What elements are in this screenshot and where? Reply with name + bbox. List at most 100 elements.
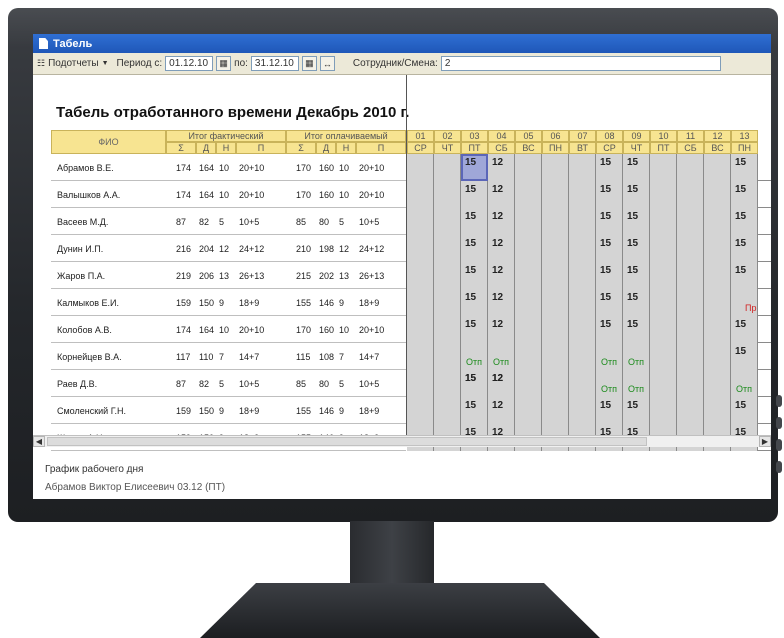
day-cell[interactable]: 15 — [596, 235, 623, 262]
day-cell[interactable] — [407, 235, 434, 262]
day-cell[interactable] — [704, 208, 731, 235]
day-cell[interactable] — [569, 343, 596, 370]
day-cell[interactable]: Отп — [731, 370, 758, 397]
day-cell[interactable]: 15 — [731, 181, 758, 208]
day-cell[interactable]: 12 — [488, 235, 515, 262]
day-cell[interactable] — [704, 343, 731, 370]
day-cell[interactable] — [677, 181, 704, 208]
day-cell[interactable]: 15 — [623, 397, 650, 424]
day-cell[interactable]: Отп — [461, 343, 488, 370]
day-cell[interactable] — [434, 208, 461, 235]
day-cell[interactable] — [542, 343, 569, 370]
table-row[interactable]: Абрамов В.Е. 174 164 10 20+10 170 160 10 20+10 — [51, 154, 406, 181]
day-cell[interactable] — [650, 208, 677, 235]
day-cell[interactable] — [407, 208, 434, 235]
day-cell[interactable] — [407, 181, 434, 208]
day-cell[interactable]: 15 — [461, 235, 488, 262]
day-cell[interactable]: 15 — [596, 397, 623, 424]
day-cell[interactable] — [542, 181, 569, 208]
day-cell[interactable]: 15 — [731, 262, 758, 289]
day-cell[interactable] — [650, 289, 677, 316]
day-cell[interactable] — [569, 154, 596, 181]
day-cell[interactable]: 15 — [623, 262, 650, 289]
day-cell[interactable]: 15 — [461, 208, 488, 235]
day-cell[interactable]: 15 — [623, 154, 650, 181]
day-cell[interactable] — [569, 262, 596, 289]
day-cell[interactable] — [434, 343, 461, 370]
day-cell[interactable]: 12 — [488, 289, 515, 316]
day-cell[interactable] — [569, 181, 596, 208]
day-cell[interactable]: 15 — [596, 208, 623, 235]
day-cell[interactable]: Отп — [623, 370, 650, 397]
day-cell[interactable]: 12 12 — [488, 370, 515, 397]
table-row[interactable]: Жаров П.А. 219 206 13 26+13 215 202 13 26+13 — [51, 262, 406, 289]
scroll-thumb[interactable] — [47, 437, 647, 446]
day-cell[interactable] — [407, 343, 434, 370]
day-cell[interactable] — [515, 397, 542, 424]
day-cell[interactable] — [569, 316, 596, 343]
day-cell[interactable] — [677, 262, 704, 289]
day-cell[interactable] — [407, 370, 434, 397]
day-cell[interactable] — [569, 289, 596, 316]
day-cell[interactable]: 12 — [488, 154, 515, 181]
day-cell[interactable] — [515, 289, 542, 316]
table-row[interactable]: Колобов А.В. 174 164 10 20+10 170 160 10 20+10 — [51, 316, 406, 343]
day-cell[interactable] — [650, 235, 677, 262]
day-cell[interactable] — [407, 289, 434, 316]
day-cell[interactable]: Отп — [623, 343, 650, 370]
table-row[interactable]: Раев Д.В. 87 82 5 10+5 85 80 5 10+5 — [51, 370, 406, 397]
day-cell[interactable] — [515, 370, 542, 397]
day-cell[interactable] — [515, 316, 542, 343]
day-cell[interactable] — [542, 397, 569, 424]
day-cell[interactable]: Отп — [488, 343, 515, 370]
day-cell[interactable] — [704, 289, 731, 316]
day-cell[interactable]: 15 — [731, 235, 758, 262]
day-cell[interactable]: Пр — [731, 289, 758, 316]
day-cell[interactable] — [569, 370, 596, 397]
day-cell[interactable]: 15 — [596, 154, 623, 181]
day-cell[interactable]: 15 — [596, 289, 623, 316]
period-to-input[interactable]: 31.12.10 — [250, 56, 299, 71]
day-cell[interactable] — [542, 289, 569, 316]
day-cell[interactable]: 15 — [731, 397, 758, 424]
day-cell[interactable]: 15 — [461, 316, 488, 343]
day-cell[interactable] — [542, 154, 569, 181]
day-cell[interactable] — [542, 208, 569, 235]
day-cell[interactable] — [677, 370, 704, 397]
day-cell[interactable] — [650, 397, 677, 424]
day-cell[interactable]: 15 — [623, 235, 650, 262]
day-cell[interactable] — [677, 316, 704, 343]
day-cell[interactable] — [434, 262, 461, 289]
day-cell[interactable] — [569, 397, 596, 424]
table-row[interactable]: Валышков А.А. 174 164 10 20+10 170 160 10 20+10 — [51, 181, 406, 208]
day-cell[interactable] — [677, 343, 704, 370]
period-from-input[interactable]: 01.12.10 — [165, 56, 214, 71]
day-cell[interactable] — [515, 208, 542, 235]
employee-input[interactable]: 2 — [440, 56, 721, 71]
day-cell[interactable]: 15 15 — [461, 370, 488, 397]
day-cell[interactable]: 15 — [461, 397, 488, 424]
day-cell[interactable] — [704, 370, 731, 397]
day-cell[interactable] — [650, 370, 677, 397]
calendar-icon[interactable]: ▦ — [216, 56, 232, 71]
day-cell[interactable] — [434, 154, 461, 181]
day-cell[interactable]: 15 — [461, 181, 488, 208]
day-cell[interactable] — [677, 289, 704, 316]
day-cell[interactable] — [515, 235, 542, 262]
day-cell[interactable] — [677, 235, 704, 262]
day-cell[interactable] — [542, 262, 569, 289]
day-cell[interactable]: 15 — [623, 316, 650, 343]
day-cell[interactable] — [650, 181, 677, 208]
day-cell[interactable]: 15 — [596, 181, 623, 208]
day-cell[interactable]: 15 — [461, 262, 488, 289]
day-cell[interactable]: 15 — [731, 316, 758, 343]
day-cell[interactable]: 15 — [623, 208, 650, 235]
day-cell[interactable] — [677, 208, 704, 235]
day-cell[interactable] — [569, 208, 596, 235]
day-cell[interactable] — [434, 181, 461, 208]
day-cell[interactable]: 15 — [596, 316, 623, 343]
day-cell[interactable]: 15 — [731, 208, 758, 235]
day-cell[interactable] — [704, 154, 731, 181]
table-row[interactable]: Васеев М.Д. 87 82 5 10+5 85 80 5 10+5 — [51, 208, 406, 235]
day-cell[interactable] — [515, 154, 542, 181]
